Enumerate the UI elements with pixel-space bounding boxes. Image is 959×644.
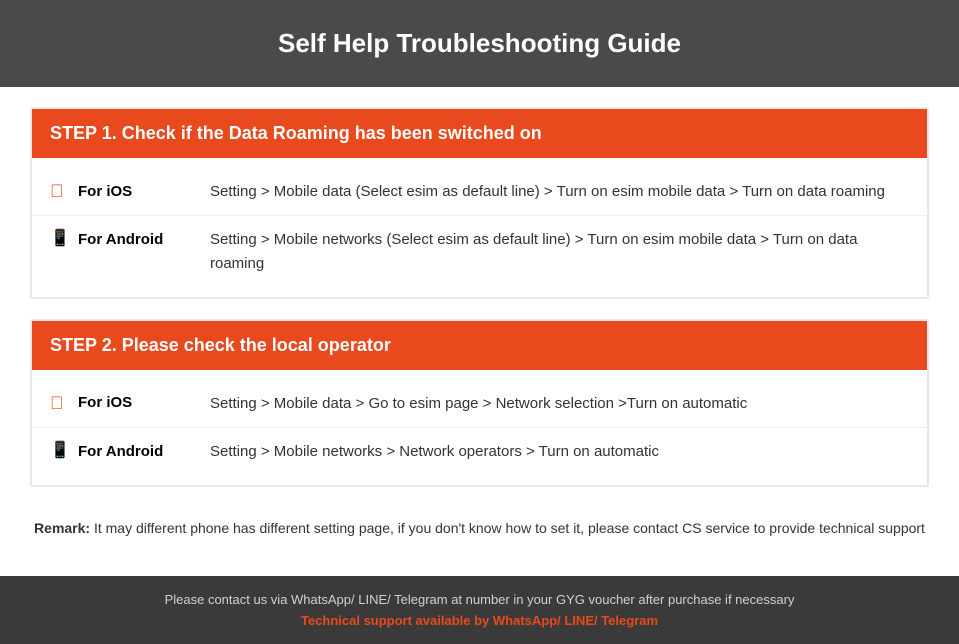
step2-android-row: 📱 For Android Setting > Mobile networks …: [32, 428, 927, 475]
ios-icon: : [50, 181, 70, 201]
android-icon: 📱: [50, 229, 70, 249]
page-footer: Please contact us via WhatsApp/ LINE/ Te…: [0, 576, 959, 644]
main-content: STEP 1. Check if the Data Roaming has be…: [0, 87, 959, 576]
remark-section: Remark: It may different phone has diffe…: [30, 507, 929, 555]
step2-ios-label:  For iOS: [50, 392, 210, 413]
step2-android-desc: Setting > Mobile networks > Network oper…: [210, 440, 909, 463]
step1-android-desc: Setting > Mobile networks (Select esim a…: [210, 228, 909, 275]
step2-android-label: 📱 For Android: [50, 440, 210, 461]
step1-ios-label:  For iOS: [50, 180, 210, 201]
footer-contact-line: Please contact us via WhatsApp/ LINE/ Te…: [20, 592, 939, 607]
footer-support-line: Technical support available by WhatsApp/…: [20, 613, 939, 628]
android-icon-2: 📱: [50, 441, 70, 461]
ios-icon-2: : [50, 393, 70, 413]
page-title: Self Help Troubleshooting Guide: [20, 28, 939, 59]
step1-block: STEP 1. Check if the Data Roaming has be…: [30, 107, 929, 299]
step1-android-label: 📱 For Android: [50, 228, 210, 249]
step2-heading: STEP 2. Please check the local operator: [50, 335, 909, 356]
step2-ios-row:  For iOS Setting > Mobile data > Go to …: [32, 380, 927, 428]
page-header: Self Help Troubleshooting Guide: [0, 0, 959, 87]
step1-heading: STEP 1. Check if the Data Roaming has be…: [50, 123, 909, 144]
step1-ios-row:  For iOS Setting > Mobile data (Select …: [32, 168, 927, 216]
step2-ios-desc: Setting > Mobile data > Go to esim page …: [210, 392, 909, 415]
step2-header: STEP 2. Please check the local operator: [32, 321, 927, 370]
remark-label: Remark:: [34, 520, 90, 536]
step1-ios-desc: Setting > Mobile data (Select esim as de…: [210, 180, 909, 203]
remark-text: It may different phone has different set…: [90, 520, 925, 536]
step2-block: STEP 2. Please check the local operator …: [30, 319, 929, 488]
step1-android-row: 📱 For Android Setting > Mobile networks …: [32, 216, 927, 287]
step1-header: STEP 1. Check if the Data Roaming has be…: [32, 109, 927, 158]
step1-content:  For iOS Setting > Mobile data (Select …: [32, 158, 927, 297]
step2-content:  For iOS Setting > Mobile data > Go to …: [32, 370, 927, 486]
